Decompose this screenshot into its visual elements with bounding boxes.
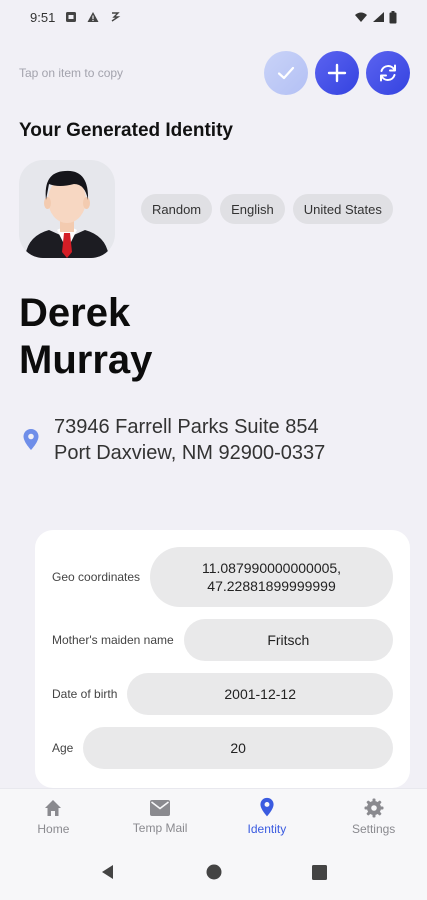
back-icon[interactable]	[100, 864, 116, 880]
home-circle-icon[interactable]	[206, 864, 222, 880]
identity-chips: Random English United States	[141, 194, 393, 224]
last-name: Murray	[19, 338, 153, 382]
section-title: Your Generated Identity	[19, 120, 233, 141]
details-card: Geo coordinates 11.087990000000005, 47.2…	[35, 530, 410, 788]
dob-row: Date of birth 2001-12-12	[52, 673, 393, 715]
first-name: Derek	[19, 291, 131, 335]
maiden-value[interactable]: Fritsch	[183, 619, 393, 661]
signal-icon	[373, 12, 384, 22]
address-line-1: 73946 Farrell Parks Suite 854	[54, 416, 319, 438]
check-icon	[277, 66, 295, 80]
data-saver-icon	[111, 12, 121, 22]
address-line-2: Port Daxview, NM 92900-0337	[54, 442, 326, 464]
gear-icon	[364, 798, 384, 817]
refresh-button[interactable]	[366, 51, 410, 95]
sim-card-icon	[66, 12, 77, 22]
dob-value[interactable]: 2001-12-12	[127, 673, 393, 715]
location-pin-icon	[23, 429, 39, 450]
battery-icon	[389, 10, 397, 23]
mail-icon	[150, 799, 171, 816]
copy-hint: Tap on item to copy	[19, 66, 124, 80]
age-label: Age	[52, 741, 74, 755]
nav-temp-mail[interactable]: Temp Mail	[107, 789, 214, 844]
nav-temp-mail-label: Temp Mail	[132, 820, 188, 835]
chip-language[interactable]: English	[220, 194, 285, 224]
chip-country[interactable]: United States	[292, 194, 393, 224]
nav-home[interactable]: Home	[0, 789, 107, 844]
wifi-icon	[355, 12, 367, 22]
nav-settings[interactable]: Settings	[320, 789, 427, 844]
address-block[interactable]: 73946 Farrell Parks Suite 854 Port Daxvi…	[22, 414, 325, 466]
geo-label: Geo coordinates	[52, 570, 141, 584]
recents-icon[interactable]	[312, 864, 327, 880]
geo-value[interactable]: 11.087990000000005, 47.22881899999999	[150, 547, 393, 607]
status-bar: 9:51	[0, 0, 427, 34]
age-value[interactable]: 20	[83, 727, 393, 769]
location-pin-icon	[260, 797, 274, 817]
dob-label: Date of birth	[52, 687, 118, 701]
header-actions	[264, 51, 410, 95]
geo-row: Geo coordinates 11.087990000000005, 47.2…	[52, 547, 393, 607]
system-nav-bar	[0, 844, 427, 900]
nav-identity[interactable]: Identity	[214, 789, 321, 844]
bottom-nav: Home Temp Mail Identity Settings	[0, 788, 427, 844]
add-button[interactable]	[315, 51, 359, 95]
maiden-row: Mother's maiden name Fritsch	[52, 619, 393, 661]
nav-identity-label: Identity	[247, 822, 287, 836]
person-avatar-image	[25, 170, 109, 258]
status-time: 9:51	[30, 9, 56, 25]
geo-latitude: 11.087990000000005,	[201, 560, 342, 576]
check-button[interactable]	[264, 51, 308, 95]
age-row: Age 20	[52, 727, 393, 769]
nav-settings-label: Settings	[351, 821, 396, 836]
nav-home-label: Home	[37, 821, 70, 836]
warning-icon	[87, 12, 99, 22]
chip-gender[interactable]: Random	[141, 194, 213, 224]
refresh-icon	[380, 64, 396, 82]
maiden-label: Mother's maiden name	[52, 633, 174, 647]
identity-name[interactable]: Derek Murray	[19, 290, 152, 384]
plus-icon	[327, 63, 347, 83]
avatar	[19, 160, 115, 258]
home-icon	[45, 799, 62, 816]
geo-longitude: 47.22881899999999	[207, 578, 336, 594]
